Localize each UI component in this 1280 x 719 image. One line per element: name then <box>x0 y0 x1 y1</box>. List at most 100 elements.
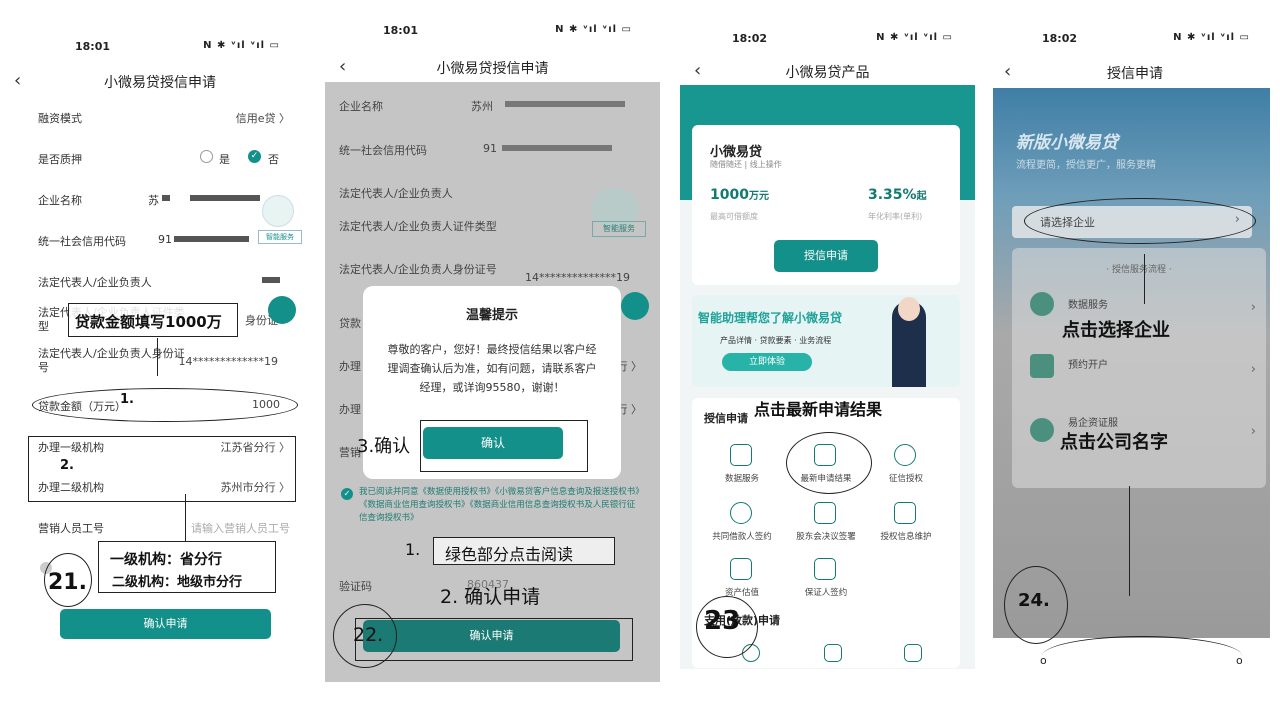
clock: 18:02 <box>1042 32 1078 45</box>
nav-bar: ‹ 授信申请 <box>990 61 1280 91</box>
query-icon[interactable] <box>904 644 922 662</box>
back-icon[interactable]: ‹ <box>339 56 346 77</box>
row-value: 苏州 <box>471 100 493 113</box>
assistant-badge[interactable]: 智能服务 <box>592 221 646 237</box>
row-value: 苏 <box>148 194 159 207</box>
redaction <box>502 145 612 151</box>
row-value: 91 <box>158 233 172 246</box>
dialog-body: 尊敬的客户，您好！最终授信结果以客户经理调查确认后为准，如有问题，请联系客户经理… <box>387 343 597 394</box>
annotation-o: o <box>1040 654 1047 667</box>
try-now-button[interactable]: 立即体验 <box>722 353 812 371</box>
signal-icons: N ✱ ᵛıl ᵛıl ▭ <box>876 32 953 43</box>
agree-checked-icon[interactable]: ✓ <box>341 488 353 500</box>
grid-label[interactable]: 股东会决议签署 <box>786 530 866 542</box>
dialog-title: 温馨提示 <box>465 308 518 323</box>
rate-value: 3.35% <box>868 187 917 203</box>
shareholder-icon[interactable] <box>814 502 836 524</box>
annotation-step1: 1. <box>405 540 421 559</box>
asset-valuation-icon[interactable] <box>730 558 752 580</box>
agreement-links[interactable]: 我已阅读并同意《数据使用授权书》《小微易贷客户信息查询及报送授权书》《数据商业信… <box>359 486 643 525</box>
row-value: 91 <box>483 142 497 155</box>
row-value: 14*************19 <box>178 355 279 368</box>
back-icon[interactable]: ‹ <box>694 60 701 81</box>
step-number: 23 <box>704 606 741 636</box>
data-service-icon[interactable] <box>1030 292 1054 316</box>
annotation-click: 点击最新申请结果 <box>754 400 883 419</box>
grid-label[interactable]: 授权信息维护 <box>866 530 946 542</box>
grid-label[interactable]: 共同借款人签约 <box>702 530 782 542</box>
page-title: 小微易贷授信申请 <box>104 75 216 91</box>
grid-label[interactable]: 保证人签约 <box>786 586 866 598</box>
radio-yes[interactable] <box>200 150 213 163</box>
banner-title: 新版小微易贷 <box>1016 133 1118 153</box>
grid-label[interactable]: 征信授权 <box>866 472 946 484</box>
staff-id-input[interactable]: 请输入营销人员工号 <box>191 520 290 536</box>
annotation-n1: 1. <box>120 392 134 407</box>
annotation-company: 点击公司名字 <box>1060 432 1168 453</box>
grid-label[interactable]: 数据服务 <box>702 472 782 484</box>
annotation-arrow <box>1144 254 1145 304</box>
redaction <box>174 236 249 242</box>
assistant-badge[interactable]: 智能服务 <box>258 230 302 244</box>
row-label: 验证码 <box>339 580 372 593</box>
credit-apply-button[interactable]: 授信申请 <box>774 240 878 272</box>
annotation-arrow <box>1129 486 1130 596</box>
cloud-service-icon[interactable] <box>1030 418 1054 442</box>
row-label: 融资模式 <box>38 112 82 125</box>
assistant-avatar[interactable] <box>262 195 294 227</box>
open-account-icon[interactable] <box>1030 354 1054 378</box>
product-card: 小微易贷 随借随还 | 线上操作 1000万元 最高可借额度 3.35%起 年化… <box>692 125 960 285</box>
page-title: 小微易贷授信申请 <box>436 61 549 77</box>
annotation-arrow <box>157 338 158 376</box>
chevron-right-icon: › <box>1250 300 1256 315</box>
annotation-box <box>420 420 588 472</box>
row-value: 14**************19 <box>525 271 630 284</box>
screen-2: 18:01 N ✱ ᵛıl ᵛıl ▭ ‹ 小微易贷授信申请 企业名称 苏州 统… <box>325 0 660 719</box>
page-title: 小微易贷产品 <box>785 65 870 81</box>
section-title: 授信申请 <box>704 412 748 425</box>
annotation-select: 点击选择企业 <box>1062 320 1170 341</box>
product-sub: 随借随还 | 线上操作 <box>710 160 782 169</box>
data-service-icon[interactable] <box>730 444 752 466</box>
confirm-apply-button[interactable]: 确认申请 <box>60 609 271 639</box>
step-number: 24. <box>1018 590 1050 611</box>
smart-service-icon[interactable] <box>268 296 296 324</box>
step-number: 22. <box>353 624 384 646</box>
service-label[interactable]: 数据服务 <box>1068 296 1108 311</box>
annotation-org1: 一级机构：省分行 <box>110 552 222 568</box>
row-label: 贷款 <box>339 317 361 330</box>
grid-label[interactable]: 资产估值 <box>702 586 782 598</box>
row-label: 办理 <box>339 403 361 416</box>
back-icon[interactable]: ‹ <box>14 70 21 91</box>
screen-3: 18:02 N ✱ ᵛıl ᵛıl ▭ ‹ 小微易贷产品 小微易贷 随借随还 |… <box>680 0 975 719</box>
chevron-right-icon: › <box>1250 362 1256 377</box>
radio-no-checked-icon[interactable]: ✓ <box>248 150 261 163</box>
co-borrower-icon[interactable] <box>730 502 752 524</box>
assistant-badge-label: 智能服务 <box>603 224 635 233</box>
annotation-loan-amount: 贷款金额填写1000万 <box>75 313 222 331</box>
service-label[interactable]: 预约开户 <box>1068 356 1108 371</box>
annotation-confirm: 3.确认 <box>357 436 411 457</box>
row-label: 企业名称 <box>339 100 383 113</box>
smart-service-icon[interactable] <box>621 292 649 320</box>
signal-icons: N ✱ ᵛıl ᵛıl ▭ <box>1173 32 1250 43</box>
status-bar: 18:02 N ✱ ᵛıl ᵛıl ▭ <box>680 0 975 45</box>
annotation-ellipse <box>1024 198 1256 244</box>
service-label[interactable]: 易企资证服 <box>1068 414 1118 429</box>
back-icon[interactable]: ‹ <box>1004 61 1011 82</box>
repay-icon[interactable] <box>824 644 842 662</box>
row-label: 法定代表人/企业负责人 <box>339 187 453 200</box>
row-label: 统一社会信用代码 <box>38 235 126 248</box>
guarantor-icon[interactable] <box>814 558 836 580</box>
row-label: 营销人员工号 <box>38 522 104 535</box>
annotation-arrow <box>185 494 186 542</box>
annotation-ellipse <box>32 388 298 422</box>
assistant-banner[interactable]: 智能助理帮您了解小微易贷 产品详情 · 贷款要素 · 业务流程 立即体验 <box>692 295 960 387</box>
amount-label: 最高可借额度 <box>710 212 758 221</box>
step-number: 21. <box>48 570 87 595</box>
assistant-badge-label: 智能服务 <box>266 233 294 241</box>
credit-auth-icon[interactable] <box>894 444 916 466</box>
redaction <box>162 195 170 201</box>
amount-value: 1000 <box>710 187 749 203</box>
auth-info-icon[interactable] <box>894 502 916 524</box>
